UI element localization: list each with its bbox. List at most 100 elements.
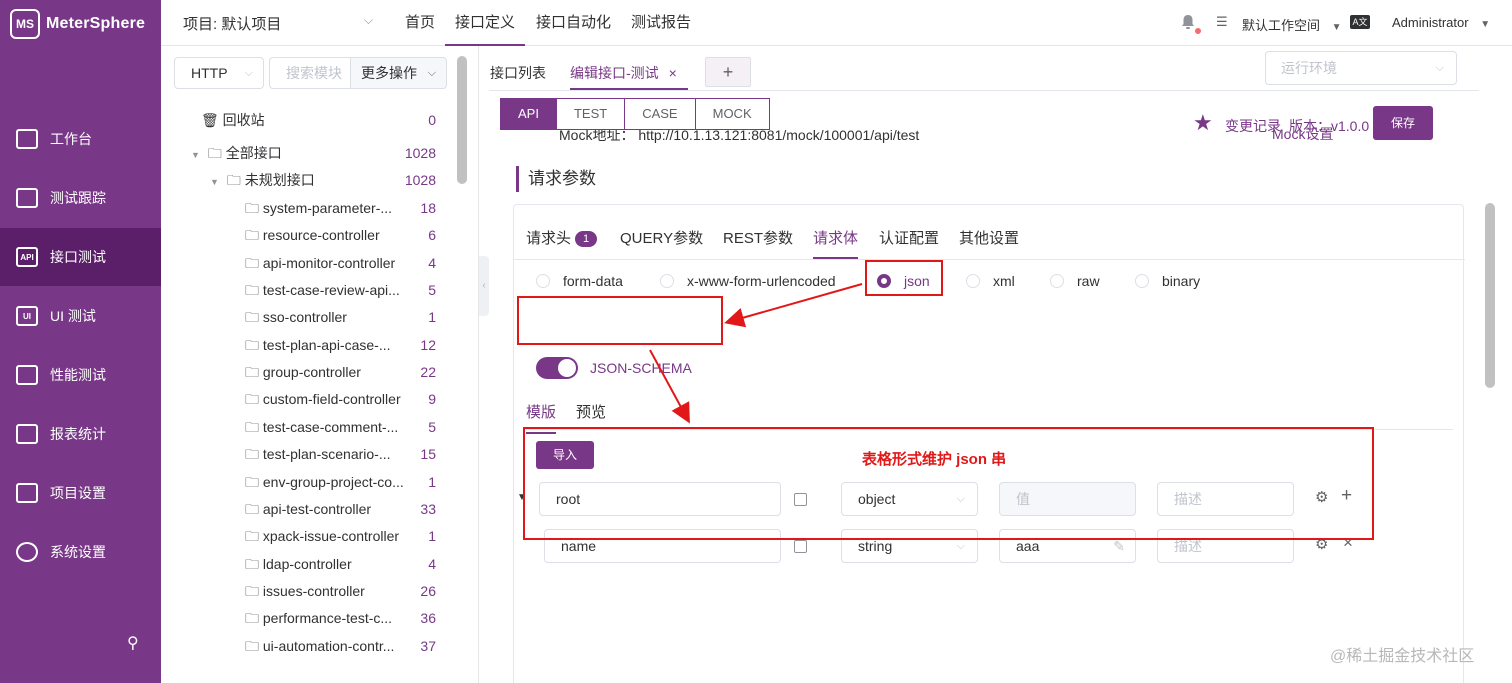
tree-node-module[interactable]: 🗀 group-controller 22 (245, 361, 436, 383)
import-button[interactable]: 导入 (536, 441, 594, 469)
body-type-binary[interactable]: binary (1135, 273, 1200, 289)
module-search-input[interactable]: 搜索模块 (269, 57, 351, 89)
caret-down-icon[interactable]: ▼ (210, 177, 219, 187)
mode-tab-api[interactable]: API (500, 98, 557, 130)
top-nav-api-automation[interactable]: 接口自动化 (536, 0, 611, 46)
main-scrollbar[interactable] (1485, 203, 1495, 388)
sidebar-item-ui-test[interactable]: UI UI 测试 (0, 287, 161, 345)
req-tab-rest[interactable]: REST参数 (723, 227, 793, 248)
tree-node-module[interactable]: 🗀 test-plan-scenario-... 15 (245, 443, 436, 465)
tree-node-module[interactable]: 🗀 sso-controller 1 (245, 306, 436, 328)
req-tab-other[interactable]: 其他设置 (959, 227, 1019, 248)
tree-node-module[interactable]: 🗀 test-case-comment-... 5 (245, 416, 436, 438)
sidebar-item-system-settings[interactable]: 系统设置 (0, 523, 161, 581)
user-menu[interactable]: Administrator ▼ (1392, 15, 1490, 30)
schema-value-input[interactable]: aaa ✎ (999, 529, 1136, 563)
plus-icon[interactable]: + (1341, 485, 1352, 507)
sidebar-item-label: 接口测试 (50, 249, 106, 265)
sidebar-item-performance-test[interactable]: 性能测试 (0, 346, 161, 404)
tree-node-count: 1 (428, 473, 436, 490)
top-nav-home[interactable]: 首页 (405, 0, 435, 46)
project-select[interactable]: 项目: 默认项目 ⌵ (183, 13, 373, 34)
tab-label: 编辑接口-测试 (570, 65, 659, 81)
sidebar-item-api-test[interactable]: API 接口测试 (0, 228, 161, 286)
mode-tab-test[interactable]: TEST (555, 98, 626, 130)
caret-down-icon[interactable]: ▼ (517, 492, 527, 503)
tree-node-recycle-bin[interactable]: 🗑 回收站 0 (201, 109, 436, 131)
tree-scrollbar[interactable] (457, 56, 467, 184)
settings-icon[interactable]: ⚙ (1315, 535, 1328, 553)
tree-node-module[interactable]: 🗀 test-plan-api-case-... 12 (245, 334, 436, 356)
bell-icon[interactable] (1181, 14, 1201, 34)
sidebar-item-report[interactable]: 报表统计 (0, 405, 161, 463)
tree-node-module[interactable]: 🗀 issues-controller 26 (245, 580, 436, 602)
star-icon[interactable]: ★ (1193, 110, 1213, 136)
mode-tab-case[interactable]: CASE (624, 98, 696, 130)
tab-edit-api[interactable]: 编辑接口-测试 × (570, 63, 677, 83)
json-schema-toggle[interactable]: JSON-SCHEMA (536, 357, 692, 379)
sidebar-item-label: 性能测试 (50, 367, 106, 383)
tree-node-unplanned[interactable]: ▼ 🗀 未规划接口 1028 (210, 169, 436, 191)
mock-settings-link[interactable]: Mock设置 (1272, 124, 1333, 144)
req-tab-headers[interactable]: 请求头 1 (526, 227, 598, 248)
tree-node-module[interactable]: 🗀 api-monitor-controller 4 (245, 252, 436, 274)
app-logo[interactable]: MS MeterSphere (10, 8, 145, 40)
tree-node-module[interactable]: 🗀 system-parameter-... 18 (245, 197, 436, 219)
tree-node-module[interactable]: 🗀 performance-test-c... 36 (245, 607, 436, 629)
translate-icon[interactable]: A文 (1350, 15, 1370, 29)
schema-field-name[interactable]: name (544, 529, 781, 563)
protocol-select[interactable]: HTTP ⌵ (174, 57, 264, 89)
panel-splitter-handle[interactable]: ‹ (479, 256, 489, 316)
caret-down-icon[interactable]: ▼ (191, 150, 200, 160)
schema-type-select[interactable]: string ⌵ (841, 529, 978, 563)
req-tab-query[interactable]: QUERY参数 (620, 227, 703, 248)
settings-icon[interactable]: ⚙ (1315, 488, 1328, 506)
tree-node-module[interactable]: 🗀 api-test-controller 33 (245, 498, 436, 520)
top-nav-test-report[interactable]: 测试报告 (631, 0, 691, 46)
radio-icon (536, 274, 550, 288)
close-icon[interactable]: × (669, 65, 677, 81)
body-type-json[interactable]: json (877, 273, 930, 289)
sidebar-item-workbench[interactable]: 工作台 (0, 110, 161, 168)
tree-node-module[interactable]: 🗀 test-case-review-api... 5 (245, 279, 436, 301)
save-button[interactable]: 保存 (1373, 106, 1433, 140)
mode-tab-mock[interactable]: MOCK (694, 98, 770, 130)
environment-select[interactable]: 运行环境 ⌵ (1265, 51, 1457, 85)
body-type-raw[interactable]: raw (1050, 273, 1100, 289)
schema-description-input[interactable]: 描述 (1157, 482, 1294, 516)
schema-description-input[interactable]: 描述 (1157, 529, 1294, 563)
body-type-form-data[interactable]: form-data (536, 273, 623, 289)
trash-icon: 🗑 (201, 112, 219, 128)
req-tab-auth[interactable]: 认证配置 (879, 227, 939, 248)
tree-node-module[interactable]: 🗀 env-group-project-co... 1 (245, 471, 436, 493)
schema-field-name[interactable]: root (539, 482, 781, 516)
more-operations-button[interactable]: 更多操作 ⌵ (350, 57, 447, 89)
req-tab-body[interactable]: 请求体 (813, 227, 858, 248)
schema-type-select[interactable]: object ⌵ (841, 482, 978, 516)
folder-icon: 🗀 (245, 309, 259, 326)
sidebar-item-project-settings[interactable]: 项目设置 (0, 464, 161, 522)
add-tab-button[interactable]: + (705, 57, 751, 87)
tab-api-list[interactable]: 接口列表 (490, 63, 546, 83)
edit-pen-icon[interactable]: ✎ (1113, 530, 1125, 562)
required-checkbox[interactable] (794, 493, 807, 506)
folder-icon: 🗀 (245, 364, 259, 381)
sidebar-item-test-track[interactable]: 测试跟踪 (0, 169, 161, 227)
close-icon[interactable]: × (1343, 533, 1353, 553)
toggle-switch[interactable] (536, 357, 578, 379)
tree-node-module[interactable]: 🗀 custom-field-controller 9 (245, 388, 436, 410)
tree-node-label: ui-automation-contr... (262, 637, 395, 654)
tree-node-all[interactable]: ▼ 🗀 全部接口 1028 (191, 142, 436, 164)
required-checkbox[interactable] (794, 540, 807, 553)
top-nav-api-definition[interactable]: 接口定义 (445, 0, 525, 46)
tree-node-label: api-monitor-controller (262, 254, 396, 271)
tree-node-module[interactable]: 🗀 xpack-issue-controller 1 (245, 525, 436, 547)
tree-node-module[interactable]: 🗀 ldap-controller 4 (245, 553, 436, 575)
tree-node-module[interactable]: 🗀 ui-automation-contr... 37 (245, 635, 436, 657)
tree-node-module[interactable]: 🗀 resource-controller 6 (245, 224, 436, 246)
body-type-xml[interactable]: xml (966, 273, 1015, 289)
pin-icon[interactable]: ⚲ (127, 633, 139, 653)
schema-tab-preview[interactable]: 预览 (576, 401, 606, 422)
workspace-select[interactable]: 默认工作空间 ▼ (1242, 15, 1342, 34)
body-type-urlencoded[interactable]: x-www-form-urlencoded (660, 273, 836, 289)
